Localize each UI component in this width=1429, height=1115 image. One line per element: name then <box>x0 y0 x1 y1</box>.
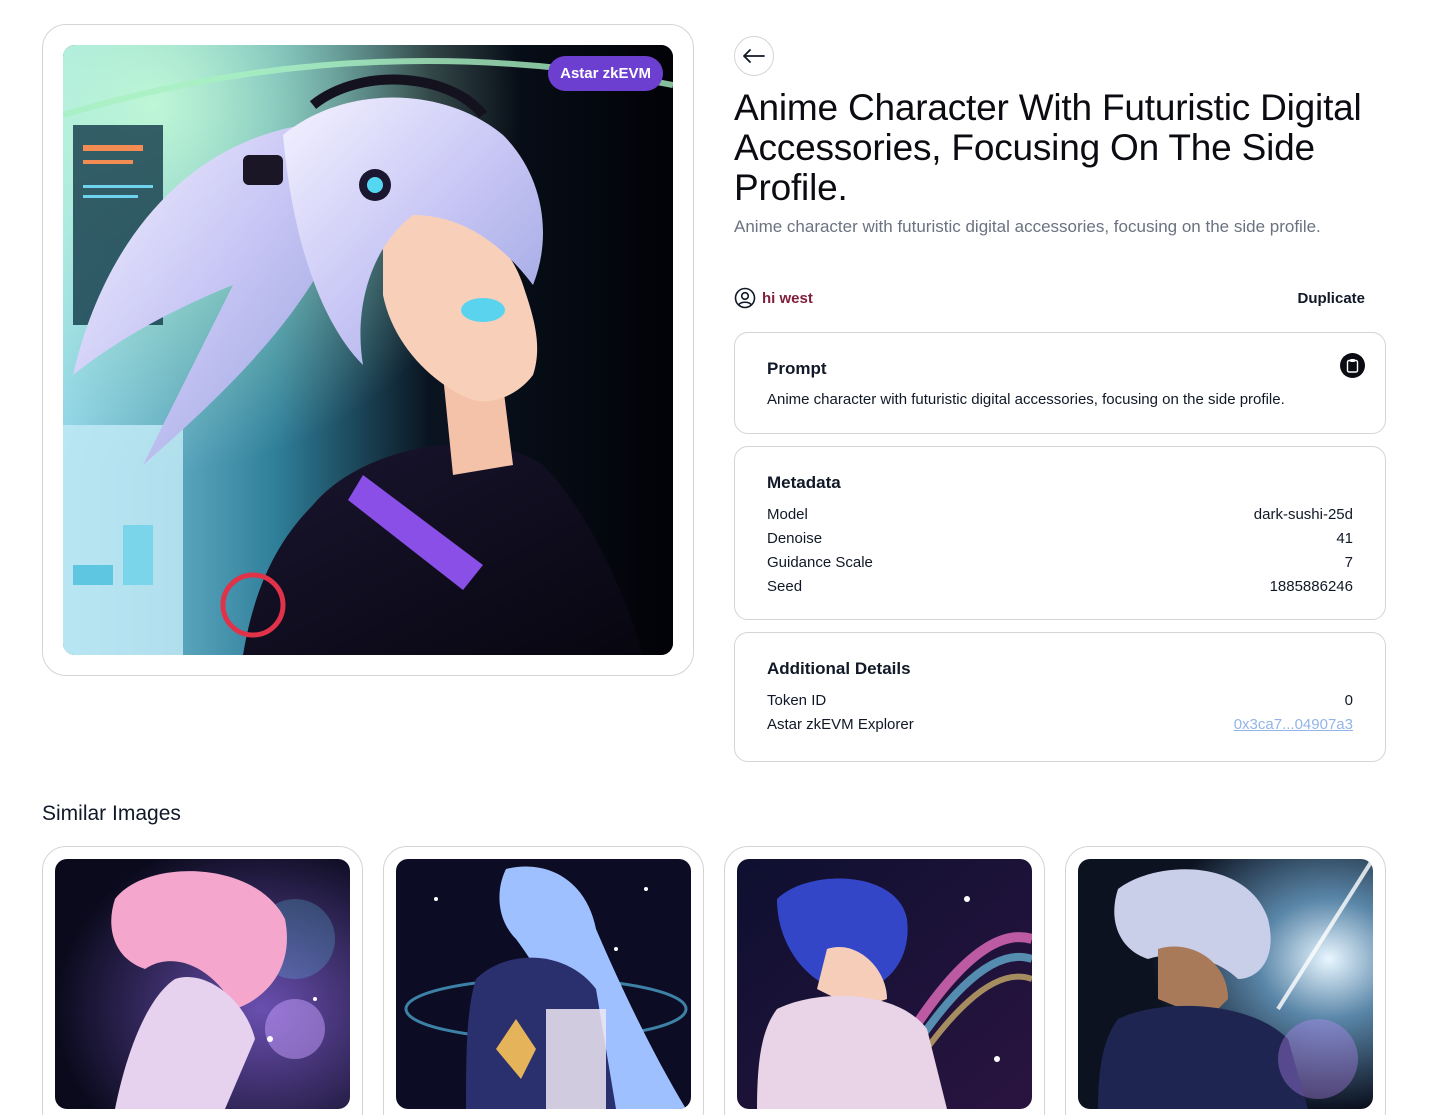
similar-image-thumbnail <box>396 859 691 1109</box>
metadata-row-seed: Seed 1885886246 <box>767 575 1353 599</box>
hero-image-card: Astar zkEVM <box>42 24 694 676</box>
page-subtitle: Anime character with futuristic digital … <box>734 217 1321 236</box>
arrow-left-icon <box>743 49 765 63</box>
similar-image-thumbnail <box>55 859 350 1109</box>
author-name-link[interactable]: hi west <box>762 290 813 307</box>
metadata-label: Guidance Scale <box>767 554 873 571</box>
back-button[interactable] <box>734 36 774 76</box>
metadata-value: 7 <box>1344 554 1353 571</box>
explorer-link[interactable]: 0x3ca7...04907a3 <box>1234 713 1353 737</box>
clipboard-icon <box>1346 359 1359 373</box>
similar-image-thumbnail <box>1078 859 1373 1109</box>
metadata-label: Denoise <box>767 530 823 547</box>
detail-value: 0 <box>1344 692 1353 709</box>
similar-image-card[interactable] <box>724 846 1045 1115</box>
similar-image-thumbnail <box>737 859 1032 1109</box>
similar-images-heading: Similar Images <box>42 802 181 825</box>
additional-details-heading: Additional Details <box>767 659 911 678</box>
metadata-list: Model dark-sushi-25d Denoise 41 Guidance… <box>767 503 1353 599</box>
copy-prompt-button[interactable] <box>1340 353 1365 378</box>
metadata-row-denoise: Denoise 41 <box>767 527 1353 551</box>
metadata-row-model: Model dark-sushi-25d <box>767 503 1353 527</box>
duplicate-button[interactable]: Duplicate <box>1297 290 1365 307</box>
detail-label: Token ID <box>767 692 827 709</box>
metadata-row-guidance-scale: Guidance Scale 7 <box>767 551 1353 575</box>
metadata-value: 1885886246 <box>1269 578 1353 595</box>
detail-row-explorer: Astar zkEVM Explorer 0x3ca7...04907a3 <box>767 713 1353 737</box>
hero-image: Astar zkEVM <box>63 45 673 655</box>
additional-details-list: Token ID 0 Astar zkEVM Explorer 0x3ca7..… <box>767 689 1353 737</box>
prompt-text: Anime character with futuristic digital … <box>767 391 1285 408</box>
similar-image-card[interactable] <box>1065 846 1386 1115</box>
prompt-heading: Prompt <box>767 359 827 378</box>
page-title: Anime Character With Futuristic Digital … <box>734 87 1362 208</box>
metadata-label: Seed <box>767 578 803 595</box>
author-row: hi west Duplicate <box>734 286 1384 310</box>
detail-row-token-id: Token ID 0 <box>767 689 1353 713</box>
user-circle-icon <box>734 287 756 309</box>
chain-badge: Astar zkEVM <box>548 56 663 91</box>
metadata-panel: Metadata Model dark-sushi-25d Denoise 41… <box>734 446 1386 620</box>
similar-image-card[interactable] <box>42 846 363 1115</box>
metadata-value: 41 <box>1336 530 1353 547</box>
detail-label: Astar zkEVM Explorer <box>767 716 914 733</box>
prompt-panel: Prompt Anime character with futuristic d… <box>734 332 1386 434</box>
similar-image-card[interactable] <box>383 846 704 1115</box>
metadata-label: Model <box>767 506 808 523</box>
metadata-heading: Metadata <box>767 473 841 492</box>
additional-details-panel: Additional Details Token ID 0 Astar zkEV… <box>734 632 1386 762</box>
metadata-value: dark-sushi-25d <box>1253 506 1353 523</box>
